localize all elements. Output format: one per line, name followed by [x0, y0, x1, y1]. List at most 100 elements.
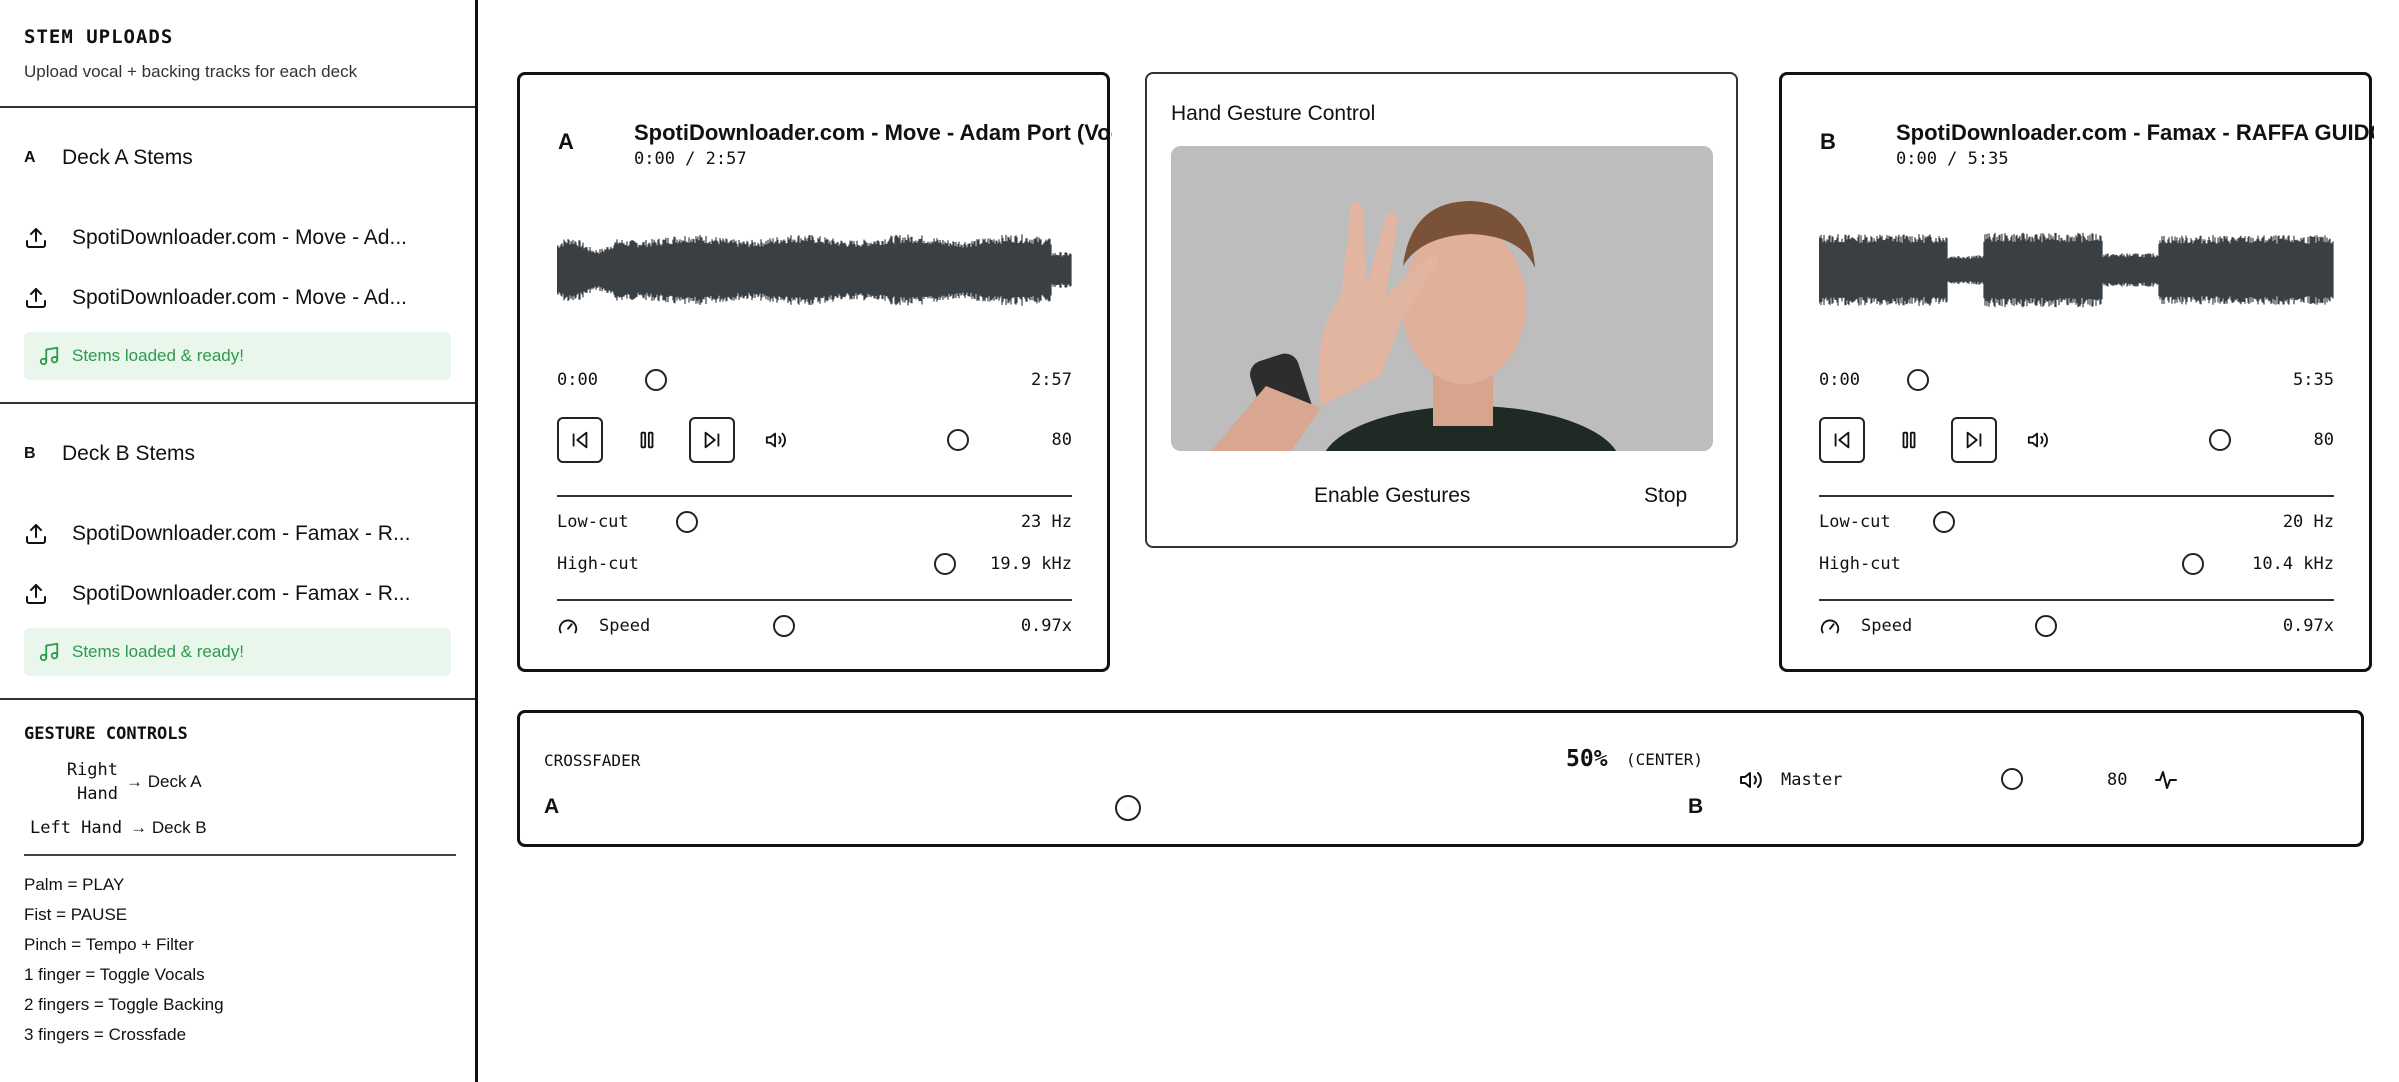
- deck-b-stems-title: Deck B Stems: [62, 442, 196, 465]
- divider: [24, 854, 456, 856]
- deck-b-highcut-slider[interactable]: [2182, 553, 2204, 575]
- hand-gesture-card: Hand Gesture Control Enable Gestures Sto…: [1145, 72, 1738, 548]
- music-note-icon: [39, 642, 59, 662]
- speed-value: 0.97x: [2282, 616, 2334, 636]
- deck-b-lowcut-slider[interactable]: [1933, 511, 1955, 533]
- skip-forward-button[interactable]: [689, 417, 735, 463]
- volume-icon: [2027, 432, 2048, 448]
- ready-text: Stems loaded & ready!: [72, 642, 244, 661]
- skip-back-icon: [572, 431, 588, 449]
- deck-a-waveform[interactable]: [557, 205, 1072, 335]
- gesture-rule: 1 finger = Toggle Vocals: [24, 965, 205, 984]
- skip-forward-icon: [704, 431, 720, 449]
- master-volume-slider[interactable]: [2001, 768, 2023, 790]
- crossfader-panel: CROSSFADER A B 50% (CENTER) Master 80: [517, 710, 2364, 847]
- highcut-value: 19.9 kHz: [990, 554, 1072, 574]
- deck-a-speed-slider[interactable]: [773, 615, 795, 637]
- crossfader-percent: 50%: [1566, 746, 1608, 772]
- deck-a-seek-slider[interactable]: [645, 369, 667, 391]
- deck-a-card: A SpotiDownloader.com - Move - Adam Port…: [517, 72, 1112, 672]
- master-volume-row: Master 80: [1739, 765, 2219, 795]
- crossfader-label: CROSSFADER: [544, 751, 641, 770]
- stop-button[interactable]: Stop: [1644, 484, 1687, 508]
- deck-b-track-title: SpotiDownloader.com - Famax - RAFFA GUID…: [1896, 120, 2374, 145]
- webcam-feed: [1171, 146, 1713, 451]
- pause-icon: [1902, 431, 1916, 449]
- music-note-icon: [39, 346, 59, 366]
- deck-b-position-row: 0:00 5:35: [1819, 365, 2334, 395]
- gesture-rule: 2 fingers = Toggle Backing: [24, 995, 224, 1014]
- crossfader-left-label: A: [544, 795, 560, 818]
- deck-b-stem-upload-2[interactable]: SpotiDownloader.com - Famax - R...: [24, 564, 451, 624]
- gesture-mapping-right: Right Hand → Deck A: [24, 758, 451, 806]
- mapping-value: → Deck A: [126, 772, 202, 791]
- divider: [1819, 599, 2334, 601]
- speed-value: 0.97x: [1020, 616, 1072, 636]
- deck-a-stem-upload-1[interactable]: SpotiDownloader.com - Move - Ad...: [24, 208, 451, 268]
- lowcut-value: 23 Hz: [1020, 512, 1072, 532]
- divider: [557, 599, 1072, 601]
- deck-b-stem-upload-1[interactable]: SpotiDownloader.com - Famax - R...: [24, 504, 451, 564]
- volume-button[interactable]: [2015, 417, 2061, 463]
- deck-b-lowcut-row: Low-cut 20 Hz: [1819, 507, 2334, 537]
- highcut-label: High-cut: [557, 554, 639, 574]
- crossfader-slider[interactable]: [1115, 795, 1141, 821]
- upload-icon: [26, 228, 46, 248]
- deck-a-volume-slider[interactable]: [947, 429, 969, 451]
- deck-b-card: B SpotiDownloader.com - Famax - RAFFA GU…: [1779, 72, 2374, 672]
- deck-b-volume-slider[interactable]: [2209, 429, 2231, 451]
- deck-b-badge: B: [1820, 129, 1836, 154]
- crossfader-position: (CENTER): [1626, 750, 1704, 769]
- lowcut-label: Low-cut: [1819, 512, 1891, 532]
- divider: [1819, 495, 2334, 497]
- deck-a-speed-row: Speed 0.97x: [557, 611, 1072, 641]
- deck-b-stems-section: B Deck B Stems SpotiDownloader.com - Fam…: [0, 404, 475, 700]
- master-volume-value: 80: [2107, 770, 2128, 790]
- skip-forward-icon: [1966, 431, 1982, 449]
- skip-back-button[interactable]: [1819, 417, 1865, 463]
- deck-b-seek-slider[interactable]: [1907, 369, 1929, 391]
- deck-a-stem-upload-2[interactable]: SpotiDownloader.com - Move - Ad...: [24, 268, 451, 328]
- volume-icon: [765, 432, 786, 448]
- deck-a-highcut-slider[interactable]: [934, 553, 956, 575]
- upload-icon: [26, 524, 46, 544]
- deck-a-badge: A: [558, 129, 574, 154]
- deck-b-speed-row: Speed 0.97x: [1819, 611, 2334, 641]
- position-start: 0:00: [1819, 370, 1860, 390]
- deck-a-transport: 80: [557, 417, 1072, 465]
- enable-gestures-button[interactable]: Enable Gestures: [1314, 484, 1470, 508]
- gesture-rule: Fist = PAUSE: [24, 905, 128, 924]
- pause-button[interactable]: [624, 417, 670, 463]
- deck-a-letter: A: [24, 149, 36, 166]
- deck-b-volume-value: 80: [2313, 430, 2334, 450]
- deck-a-position-row: 0:00 2:57: [557, 365, 1072, 395]
- sidebar-title: STEM UPLOADS: [24, 26, 174, 48]
- divider: [557, 495, 1072, 497]
- highcut-value: 10.4 kHz: [2252, 554, 2334, 574]
- deck-b-waveform[interactable]: [1819, 205, 2334, 335]
- deck-b-speed-slider[interactable]: [2035, 615, 2057, 637]
- deck-a-lowcut-slider[interactable]: [676, 511, 698, 533]
- stem-file-name: SpotiDownloader.com - Famax - R...: [72, 522, 411, 545]
- deck-a-highcut-row: High-cut 19.9 kHz: [557, 549, 1072, 579]
- deck-a-volume-value: 80: [1051, 430, 1072, 450]
- skip-back-button[interactable]: [557, 417, 603, 463]
- mapping-value: → Deck B: [130, 818, 207, 837]
- gauge-icon: [1820, 619, 1840, 634]
- position-end: 2:57: [1031, 370, 1072, 390]
- deck-a-track-title: SpotiDownloader.com - Move - Adam Port (…: [634, 120, 1112, 145]
- webcam-person-image: [1171, 146, 1713, 451]
- gesture-mapping-left: Left Hand → Deck B: [24, 816, 451, 840]
- speed-label: Speed: [1861, 616, 1913, 636]
- gesture-rule: Pinch = Tempo + Filter: [24, 935, 194, 954]
- highcut-label: High-cut: [1819, 554, 1901, 574]
- sidebar-header: STEM UPLOADS Upload vocal + backing trac…: [0, 0, 475, 108]
- skip-forward-button[interactable]: [1951, 417, 1997, 463]
- master-label: Master: [1781, 770, 1843, 790]
- volume-button[interactable]: [753, 417, 799, 463]
- crossfader-right-label: B: [1688, 795, 1704, 818]
- stem-file-name: SpotiDownloader.com - Famax - R...: [72, 582, 411, 605]
- deck-a-lowcut-row: Low-cut 23 Hz: [557, 507, 1072, 537]
- position-start: 0:00: [557, 370, 598, 390]
- pause-button[interactable]: [1886, 417, 1932, 463]
